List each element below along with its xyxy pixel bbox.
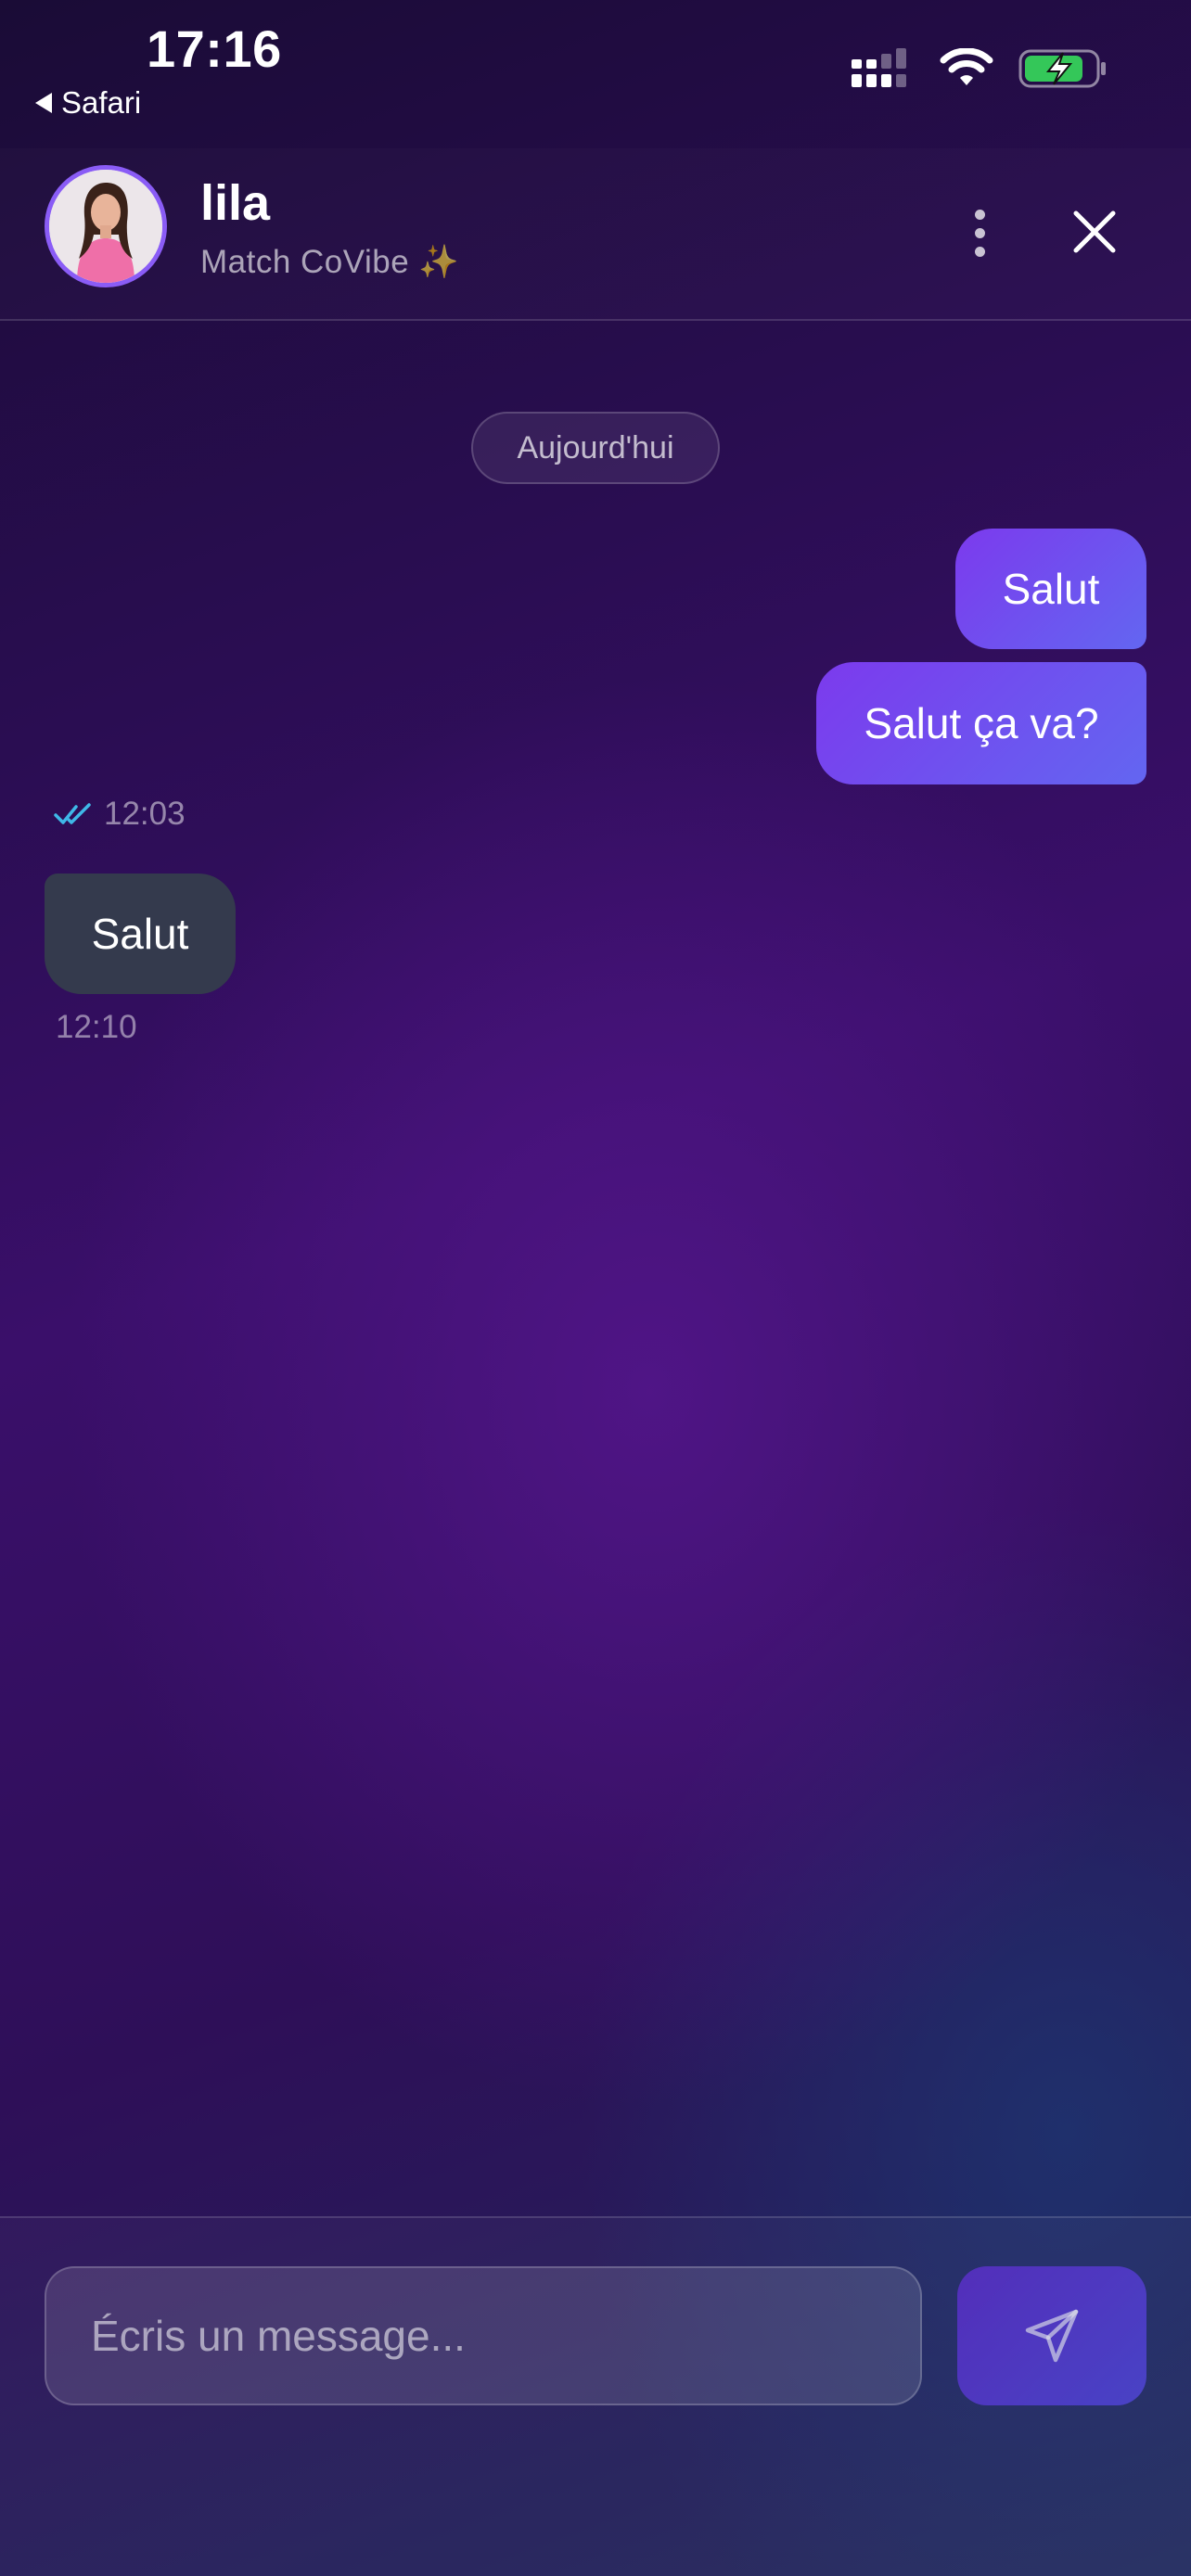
triangle-left-icon bbox=[35, 93, 52, 113]
read-time: 12:03 bbox=[104, 796, 186, 832]
date-separator: Aujourd'hui bbox=[471, 412, 720, 484]
status-icons bbox=[850, 46, 1108, 91]
match-subtitle: Match CoVibe ✨ bbox=[200, 244, 460, 280]
battery-charging-icon bbox=[1018, 49, 1106, 88]
more-options-button[interactable] bbox=[955, 193, 1004, 273]
message-composer bbox=[0, 2216, 1191, 2576]
outgoing-message[interactable]: Salut ça va? bbox=[816, 662, 1146, 784]
more-vertical-icon bbox=[974, 209, 985, 220]
incoming-message[interactable]: Salut bbox=[45, 874, 236, 994]
signal-bars-icon bbox=[852, 48, 906, 87]
status-bar: 17:16 Safari bbox=[0, 0, 1191, 148]
close-icon[interactable] bbox=[1065, 202, 1124, 261]
avatar-image bbox=[49, 170, 162, 283]
back-to-safari-button[interactable]: Safari bbox=[35, 85, 141, 121]
status-time: 17:16 bbox=[147, 19, 282, 78]
send-button[interactable] bbox=[957, 2266, 1146, 2405]
incoming-time: 12:10 bbox=[56, 1009, 137, 1045]
contact-name: lila bbox=[200, 175, 271, 231]
double-check-icon bbox=[54, 803, 91, 824]
avatar[interactable] bbox=[45, 165, 167, 287]
back-app-label: Safari bbox=[61, 85, 142, 120]
read-receipt: 12:03 bbox=[54, 796, 186, 833]
chat-header: lila Match CoVibe ✨ bbox=[0, 148, 1191, 321]
wifi-icon bbox=[940, 48, 993, 85]
outgoing-message[interactable]: Salut bbox=[955, 529, 1146, 649]
message-input[interactable] bbox=[45, 2266, 922, 2405]
send-icon bbox=[1025, 2309, 1079, 2363]
